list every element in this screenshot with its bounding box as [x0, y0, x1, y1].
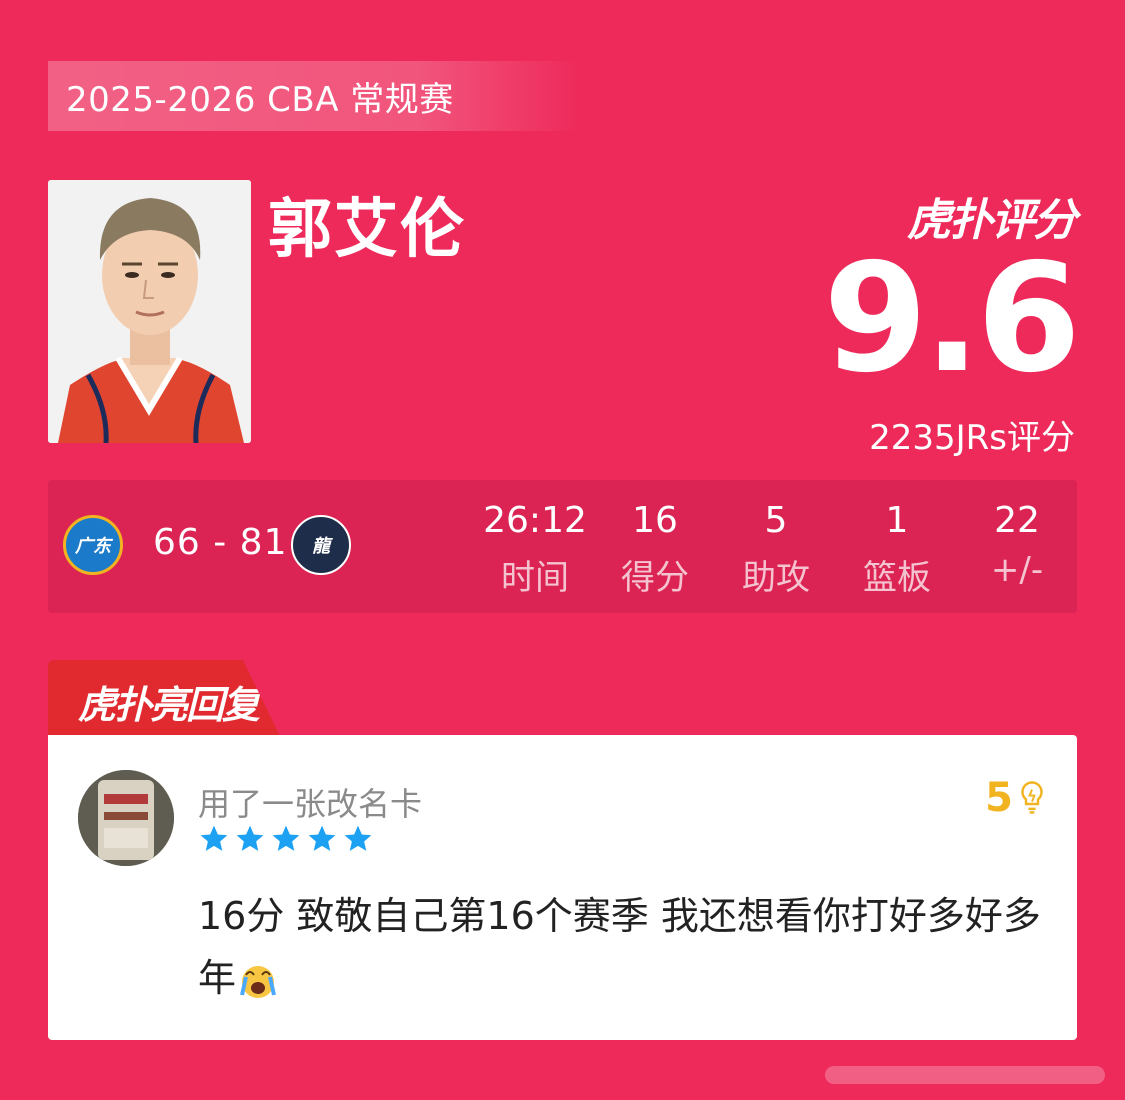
comment-username[interactable]: 用了一张改名卡: [198, 779, 422, 825]
star-icon: [272, 825, 300, 851]
stat-label: 篮板: [863, 558, 931, 598]
star-icon: [200, 825, 228, 851]
stat-minutes: 26:12 时间: [480, 500, 590, 599]
player-photo: [48, 180, 251, 443]
player-portrait-image: [48, 180, 251, 443]
lightbulb-icon[interactable]: [1017, 780, 1047, 816]
stat-rebounds: 1 篮板: [842, 500, 952, 599]
stat-value: 16: [632, 500, 678, 541]
comment-star-rating: [198, 823, 374, 855]
stat-value: 5: [764, 500, 788, 541]
stat-label: 助攻: [742, 558, 810, 598]
stat-label: 得分: [621, 558, 689, 598]
comment-text: 16分 致敬自己第16个赛季 我还想看你打好多好多年: [198, 885, 1048, 1009]
comment-likes[interactable]: 5: [985, 775, 1047, 821]
highlight-reply-label: 虎扑亮回复: [78, 683, 260, 727]
stat-label: +/-: [990, 550, 1044, 590]
stat-assists: 5 助攻: [721, 500, 831, 599]
player-name: 郭艾伦: [268, 193, 466, 267]
rating-count: 2235JRs评分: [869, 418, 1075, 458]
star-icon: [236, 825, 264, 851]
watermark: [825, 1066, 1105, 1084]
highlight-reply-tab: 虎扑亮回复: [48, 660, 280, 736]
comment-body: 16分 致敬自己第16个赛季 我还想看你打好多好多年: [198, 894, 1041, 1000]
highlight-comment-card[interactable]: 用了一张改名卡 5 16分 致敬自己第16个赛季 我还想看你打好多好多年: [48, 735, 1077, 1040]
avatar[interactable]: [78, 770, 174, 866]
crying-face-emoji: [240, 965, 276, 998]
stat-value: 1: [885, 500, 909, 541]
away-team-logo: 龍: [291, 515, 351, 575]
stat-plus-minus: 22 +/-: [962, 500, 1072, 590]
game-score: 66 - 81: [153, 522, 288, 563]
player-rating-page: 2025-2026 CBA 常规赛 郭艾伦 虎扑评分 9.6 2235JRs评分…: [0, 0, 1125, 1100]
avatar-image: [78, 770, 174, 866]
home-team-logo: 广东: [63, 515, 123, 575]
season-banner: 2025-2026 CBA 常规赛: [48, 61, 580, 131]
stat-points: 16 得分: [600, 500, 710, 599]
star-icon: [344, 825, 372, 851]
rating-score: 9.6: [823, 232, 1081, 406]
stat-label: 时间: [501, 558, 569, 598]
game-stats-bar[interactable]: 广东 66 - 81 龍 26:12 时间 16 得分 5 助攻 1 篮板 22…: [48, 480, 1077, 613]
stat-value: 26:12: [483, 500, 587, 541]
likes-count: 5: [985, 775, 1013, 821]
star-icon: [308, 825, 336, 851]
stat-value: 22: [994, 500, 1040, 541]
